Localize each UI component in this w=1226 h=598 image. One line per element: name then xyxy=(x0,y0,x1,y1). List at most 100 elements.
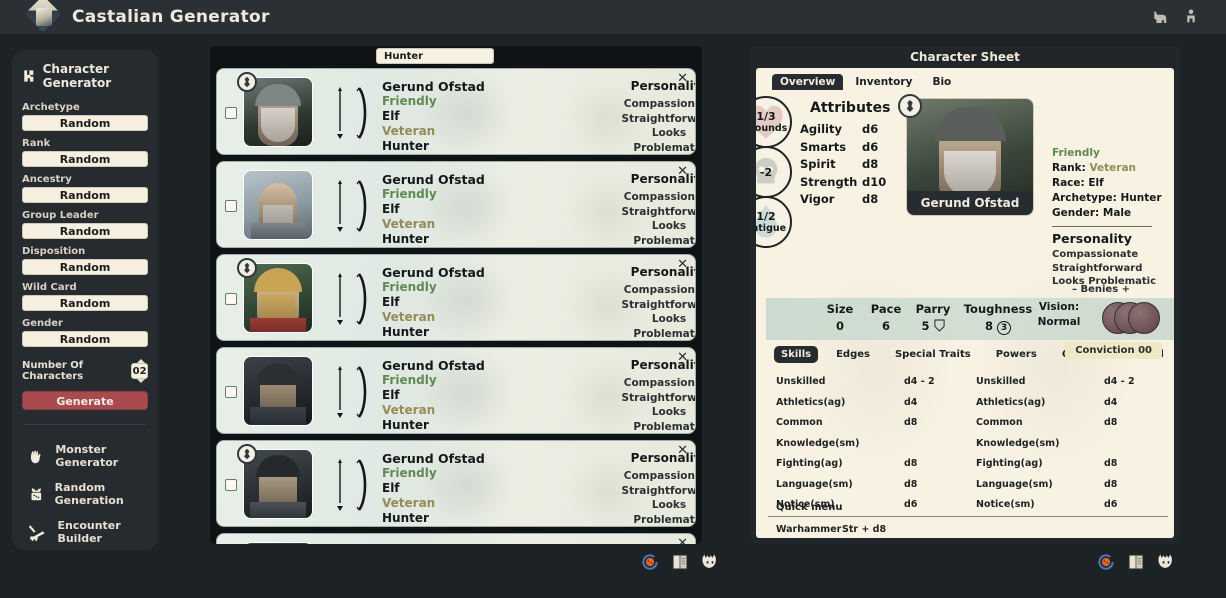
card-name: Gerund Ofstad xyxy=(382,172,485,187)
conviction-badge[interactable]: Conviction 00 xyxy=(1065,342,1162,359)
info-personality-title: Personality xyxy=(1052,231,1132,246)
card-select-checkbox[interactable] xyxy=(225,479,237,491)
reroll-die-icon[interactable] xyxy=(640,552,660,572)
card-archetype: Hunter xyxy=(382,139,429,153)
character-card[interactable]: ✕ xyxy=(216,533,696,544)
sidebar-item-random-generation[interactable]: Random Generation xyxy=(22,475,148,513)
info-gender-label: Gender: xyxy=(1052,207,1100,219)
skill-die: d4 - 2 xyxy=(1104,376,1135,387)
card-name: Gerund Ofstad xyxy=(382,265,485,280)
skill-row: Common Knowledge(sm) d8 xyxy=(968,413,1168,454)
subtab-edges[interactable]: Edges xyxy=(829,346,877,363)
character-card[interactable]: Gerund Ofstad Friendly Elf Veteran Hunte… xyxy=(216,347,696,434)
character-card[interactable]: Gerund Ofstad Friendly Elf Veteran Hunte… xyxy=(216,440,696,527)
sidebar-item-encounter-builder[interactable]: Encounter Builder xyxy=(22,513,148,551)
dice-fire-icon xyxy=(31,487,42,501)
person-icon[interactable] xyxy=(1182,8,1200,26)
close-icon[interactable]: ✕ xyxy=(677,164,688,179)
stat-size-label: Size xyxy=(826,302,854,316)
attribute-name: Strength xyxy=(800,174,858,189)
character-card[interactable]: Gerund Ofstad Friendly Elf Veteran Hunte… xyxy=(216,254,696,341)
close-icon[interactable]: ✕ xyxy=(677,71,688,86)
benies-tokens[interactable] xyxy=(1102,302,1166,336)
tab-bio[interactable]: Bio xyxy=(924,74,959,90)
attribute-die: d8 xyxy=(862,157,879,171)
card-select-checkbox[interactable] xyxy=(225,107,237,119)
card-personality: Personality Compassionate Straightforwar… xyxy=(622,172,695,247)
benies-label[interactable]: – Benies + xyxy=(1072,284,1130,295)
stepper-up-icon[interactable] xyxy=(137,359,146,363)
quick-menu-row[interactable]: Warhammer Str + d8 xyxy=(768,521,1168,538)
bow-and-arrow-icon xyxy=(337,366,367,418)
field-group-leader: Group Leader Random xyxy=(22,210,148,239)
number-of-characters-stepper[interactable]: 02 xyxy=(131,359,148,383)
modifier-marker[interactable]: -2 xyxy=(756,146,792,198)
character-sheet-title: Character Sheet xyxy=(910,50,1020,64)
reroll-die-icon[interactable] xyxy=(1096,552,1116,572)
card-select-checkbox[interactable] xyxy=(225,293,237,305)
fatigue-value: 1/2 xyxy=(756,210,776,223)
tab-inventory[interactable]: Inventory xyxy=(847,74,920,90)
modifier-value: -2 xyxy=(759,165,773,179)
vision-label: Vision: xyxy=(1038,301,1080,313)
fatigue-marker[interactable]: 1/2 Fatigue xyxy=(756,196,792,248)
card-select-checkbox[interactable] xyxy=(225,200,237,212)
subtab-powers[interactable]: Powers xyxy=(989,346,1044,363)
card-portrait[interactable] xyxy=(243,542,313,544)
dog-icon[interactable] xyxy=(1152,8,1170,26)
sheet-portrait[interactable]: Gerund Ofstad xyxy=(906,98,1034,216)
card-personality-item: Looks Problematic xyxy=(633,499,695,526)
archetype-select[interactable]: Random xyxy=(22,115,148,131)
close-icon[interactable]: ✕ xyxy=(677,536,688,544)
card-archetype: Hunter xyxy=(382,511,429,525)
attribute-row: Strength d10 xyxy=(800,174,890,192)
close-icon[interactable]: ✕ xyxy=(677,350,688,365)
info-disposition: Friendly xyxy=(1052,147,1100,159)
benie-token[interactable] xyxy=(1128,302,1160,334)
character-card[interactable]: Gerund Ofstad Friendly Elf Veteran Hunte… xyxy=(216,68,696,155)
card-select-checkbox[interactable] xyxy=(225,386,237,398)
status-markers: 1/3 Wounds -2 1/2 xyxy=(756,96,806,248)
close-icon[interactable]: ✕ xyxy=(677,257,688,272)
titlebar-actions xyxy=(1152,8,1200,26)
ancestry-select[interactable]: Random xyxy=(22,187,148,203)
character-card[interactable]: Gerund Ofstad Friendly Elf Veteran Hunte… xyxy=(216,161,696,248)
skill-name: Athletics(ag) xyxy=(976,396,1046,408)
wild-card-select[interactable]: Random xyxy=(22,295,148,311)
sheet-bottom-toolbar xyxy=(1096,552,1176,572)
field-archetype: Archetype Random xyxy=(22,102,148,131)
book-icon[interactable] xyxy=(670,552,690,572)
card-portrait[interactable] xyxy=(243,356,313,426)
field-gender: Gender Random xyxy=(22,318,148,347)
stepper-down-icon[interactable] xyxy=(137,379,146,383)
rank-select[interactable]: Random xyxy=(22,151,148,167)
quick-menu-title: Quick menu xyxy=(776,502,843,513)
group-leader-select[interactable]: Random xyxy=(22,223,148,239)
stat-parry-value: 5 xyxy=(908,318,958,334)
crossed-weapons-icon xyxy=(28,525,45,541)
title-bar: Castalian Generator xyxy=(0,0,1226,34)
card-name: Gerund Ofstad xyxy=(382,79,485,94)
creature-icon[interactable] xyxy=(1156,552,1176,572)
field-archetype-label: Archetype xyxy=(22,102,80,113)
wounds-marker[interactable]: 1/3 Wounds xyxy=(756,96,792,148)
creature-icon[interactable] xyxy=(700,552,720,572)
sidebar-item-monster-generator[interactable]: Monster Generator xyxy=(22,437,148,475)
gender-select[interactable]: Random xyxy=(22,331,148,347)
disposition-select[interactable]: Random xyxy=(22,259,148,275)
info-race-label: Race: xyxy=(1052,177,1085,189)
card-portrait[interactable] xyxy=(243,170,313,240)
book-icon[interactable] xyxy=(1126,552,1146,572)
tab-overview[interactable]: Overview xyxy=(772,74,844,90)
subtab-special-traits[interactable]: Special Traits xyxy=(888,346,978,363)
search-input[interactable]: Hunter xyxy=(376,48,494,64)
subtab-skills[interactable]: Skills xyxy=(774,346,819,363)
close-icon[interactable]: ✕ xyxy=(677,443,688,458)
skills-lists: Unskilled d4 - 2 Athletics(ag) d4 Common… xyxy=(768,372,1168,516)
sidebar-item-monster-generator-label: Monster Generator xyxy=(55,443,119,469)
generate-button[interactable]: Generate xyxy=(22,391,148,410)
wild-card-badge xyxy=(237,444,257,464)
character-card-list[interactable]: Gerund Ofstad Friendly Elf Veteran Hunte… xyxy=(210,68,702,544)
attribute-name: Spirit xyxy=(800,157,836,171)
stat-size: Size 0 xyxy=(818,300,862,334)
